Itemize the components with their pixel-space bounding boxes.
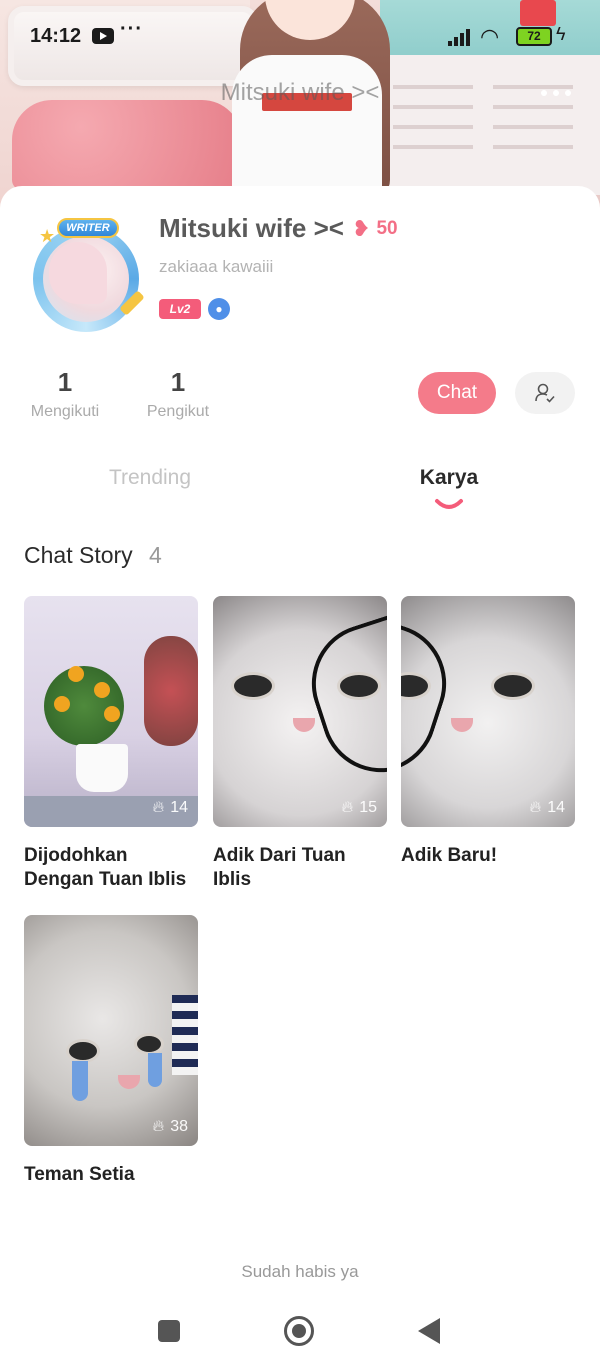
section-title: Chat Story <box>24 542 133 568</box>
story-views-count: 14 <box>547 799 565 816</box>
story-views-count: 38 <box>170 1118 188 1135</box>
story-title: Adik Baru! <box>401 845 498 866</box>
following-label: Mengikuti <box>30 403 100 420</box>
star-icon: ★ <box>39 226 56 246</box>
fire-icon: 🔥︎ <box>152 799 165 816</box>
status-more-dots: ··· <box>120 18 143 40</box>
more-options-button[interactable] <box>535 80 577 104</box>
followers-count: 1 <box>170 367 186 397</box>
hearts-icon: ❥ <box>352 216 371 241</box>
section-count: 4 <box>149 542 162 568</box>
system-nav-bar <box>0 1300 600 1367</box>
following-stat[interactable]: 1 Mengikuti <box>17 365 113 421</box>
wifi-icon: ◠ <box>480 24 500 49</box>
story-title: Dijodohkan Dengan Tuan Iblis <box>24 845 187 890</box>
fire-icon: 🔥︎ <box>341 799 354 816</box>
writer-badge: WRITER <box>57 218 119 238</box>
story-thumbnail: 🔥︎ 14 <box>401 596 575 827</box>
story-card[interactable]: 🔥︎ 14 Adik Baru! <box>401 596 576 868</box>
youtube-icon <box>92 28 114 44</box>
fire-icon: 🔥︎ <box>529 799 542 816</box>
charging-icon: ϟ <box>556 24 566 44</box>
story-views-count: 15 <box>359 799 377 816</box>
water-drop-icon: ● <box>208 298 230 320</box>
story-views: 🔥︎ 14 <box>152 799 188 817</box>
back-button[interactable] <box>418 1318 440 1344</box>
story-card[interactable]: 🔥︎ 15 Adik Dari Tuan Iblis <box>213 596 388 892</box>
avatar-character <box>49 242 107 304</box>
story-views: 🔥︎ 14 <box>529 799 565 817</box>
banner-cabinet <box>380 55 600 195</box>
home-button[interactable] <box>284 1316 314 1346</box>
battery-icon: 72 <box>516 27 552 46</box>
story-views: 🔥︎ 15 <box>341 799 377 817</box>
level-badge: Lv2 <box>159 299 201 319</box>
chat-button[interactable]: Chat <box>418 372 496 414</box>
heart-count: ❥ 50 <box>352 214 398 244</box>
followers-label: Pengikut <box>146 403 210 420</box>
story-title: Adik Dari Tuan Iblis <box>213 845 346 890</box>
story-thumbnail: 🔥︎ 15 <box>213 596 387 827</box>
status-bar: 14:12 ··· ◠ 72 ϟ <box>10 10 590 60</box>
avatar[interactable]: ★ WRITER <box>27 218 147 333</box>
story-views-count: 14 <box>170 799 188 816</box>
profile-bio: zakiaaa kawaiii <box>159 257 274 276</box>
signal-icon <box>448 28 474 46</box>
banner-title: Mitsuki wife >< <box>220 79 380 106</box>
tab-trending[interactable]: Trending <box>50 466 250 490</box>
tab-karya[interactable]: Karya <box>349 466 549 490</box>
fire-icon: 🔥︎ <box>152 1118 165 1135</box>
story-card[interactable]: 🔥︎ 38 Teman Setia <box>24 915 199 1187</box>
story-card[interactable]: 🔥︎ 14 Dijodohkan Dengan Tuan Iblis <box>24 596 199 892</box>
story-thumbnail: 🔥︎ 14 <box>24 596 198 827</box>
story-views: 🔥︎ 38 <box>152 1118 188 1136</box>
followers-stat[interactable]: 1 Pengikut <box>130 365 226 421</box>
profile-name: Mitsuki wife >< <box>159 213 344 243</box>
tab-active-indicator <box>435 499 463 509</box>
following-count: 1 <box>57 367 73 397</box>
end-of-list-text: Sudah habis ya <box>241 1262 359 1281</box>
user-check-icon <box>535 383 555 403</box>
story-title: Teman Setia <box>24 1164 135 1185</box>
recents-button[interactable] <box>158 1320 180 1342</box>
status-time: 14:12 <box>30 25 82 47</box>
story-thumbnail: 🔥︎ 38 <box>24 915 198 1146</box>
follow-button[interactable] <box>515 372 575 414</box>
banner-stool <box>12 100 242 190</box>
heart-count-value: 50 <box>376 218 398 239</box>
